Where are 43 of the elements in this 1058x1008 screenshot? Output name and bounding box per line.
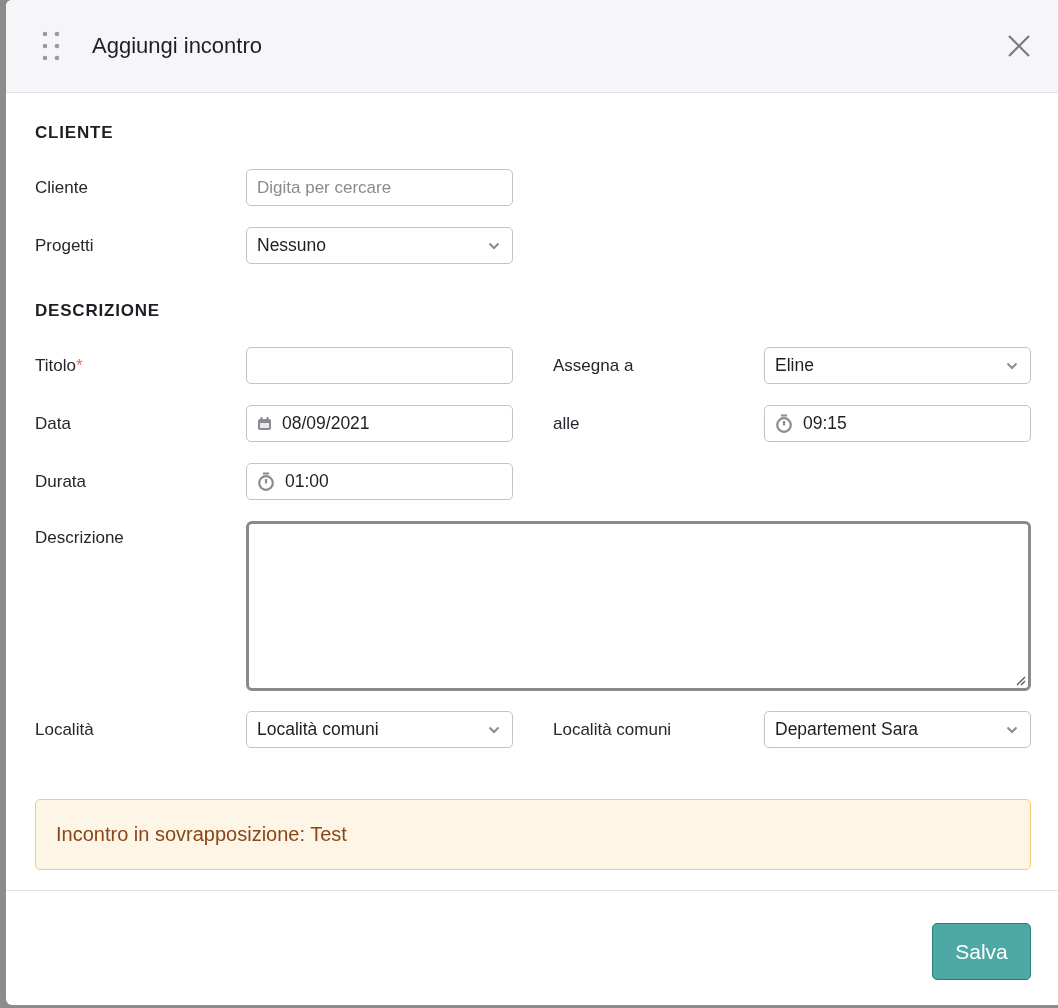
- field-label: Titolo: [35, 356, 76, 376]
- field-value: Località comuni: [257, 719, 380, 740]
- chevron-down-icon: [1006, 725, 1018, 734]
- field-label: alle: [553, 414, 580, 434]
- field-label: Progetti: [35, 236, 94, 256]
- input-field[interactable]: [246, 347, 513, 384]
- date-field[interactable]: 08/09/2021: [246, 405, 513, 442]
- field-value: Nessuno: [257, 235, 328, 256]
- field-label: Durata: [35, 472, 87, 492]
- resize-grip-icon[interactable]: [1014, 674, 1026, 686]
- field-label: Località comuni: [553, 720, 672, 740]
- time-field[interactable]: 09:15: [764, 405, 1031, 442]
- section-heading: CLIENTE: [35, 123, 115, 143]
- time-field[interactable]: 01:00: [246, 463, 513, 500]
- field-label: Descrizione: [35, 528, 124, 548]
- field-label: Cliente: [35, 178, 88, 198]
- stopwatch-icon: [257, 472, 275, 491]
- alert-text: Incontro in sovrapposizione: Test: [56, 823, 347, 846]
- required-asterisk: *: [75, 356, 83, 376]
- section-heading: DESCRIZIONE: [35, 301, 161, 321]
- field-value: Eline: [775, 355, 815, 376]
- chevron-down-icon: [488, 725, 500, 734]
- field-placeholder: Digita per cercare: [257, 177, 393, 198]
- select-field[interactable]: Località comuni: [246, 711, 513, 748]
- select-field[interactable]: Nessuno: [246, 227, 513, 264]
- drag-handle-icon[interactable]: [42, 31, 60, 61]
- description-textarea[interactable]: [246, 521, 1031, 691]
- close-icon[interactable]: [1008, 35, 1030, 57]
- dialog-title: Aggiungi incontro: [92, 33, 263, 59]
- field-label: Assegna a: [553, 356, 634, 376]
- input-field[interactable]: Digita per cercare: [246, 169, 513, 206]
- chevron-down-icon: [1006, 361, 1018, 370]
- field-value: 08/09/2021: [282, 413, 371, 434]
- field-value: Departement Sara: [775, 719, 919, 740]
- field-value: 09:15: [803, 413, 848, 434]
- calendar-icon: [257, 416, 272, 431]
- select-field[interactable]: Departement Sara: [764, 711, 1031, 748]
- field-label: Data: [35, 414, 71, 434]
- field-value: 01:00: [285, 471, 330, 492]
- select-field[interactable]: Eline: [764, 347, 1031, 384]
- chevron-down-icon: [488, 241, 500, 250]
- stopwatch-icon: [775, 414, 793, 433]
- field-label: Località: [35, 720, 94, 740]
